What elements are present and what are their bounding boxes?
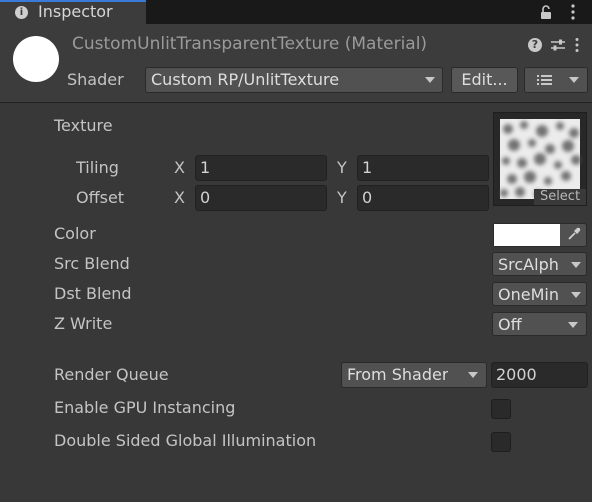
gpu-instancing-label: Enable GPU Instancing (54, 398, 236, 417)
tiling-y-label: Y (337, 158, 347, 177)
render-queue-label: Render Queue (54, 365, 169, 384)
dst-blend-value: OneMin (498, 285, 559, 304)
more-icon[interactable] (570, 3, 576, 21)
chevron-down-icon (571, 292, 581, 298)
info-icon: i (15, 6, 28, 19)
tiling-label: Tiling (76, 158, 119, 177)
render-queue-mode-value: From Shader (347, 365, 449, 384)
chevron-down-icon (571, 262, 581, 268)
more-icon[interactable] (574, 37, 580, 53)
shader-value: Custom RP/UnlitTexture (151, 70, 340, 89)
help-icon[interactable]: ? (528, 38, 542, 52)
chevron-down-icon (425, 77, 435, 83)
src-blend-dropdown[interactable]: SrcAlph (492, 252, 587, 276)
zwrite-label: Z Write (54, 314, 113, 333)
texture-label: Texture (54, 116, 113, 135)
src-blend-value: SrcAlph (498, 255, 559, 274)
render-queue-field[interactable]: 2000 (491, 362, 588, 388)
presets-icon[interactable] (550, 38, 566, 52)
offset-y-label: Y (337, 188, 347, 207)
chevron-down-icon (568, 322, 578, 328)
material-preview (13, 36, 59, 82)
dst-blend-dropdown[interactable]: OneMin (492, 282, 587, 306)
list-icon (537, 75, 552, 85)
offset-x-label: X (174, 188, 185, 207)
color-swatch[interactable] (494, 224, 560, 246)
material-title: CustomUnlitTransparentTexture (Material) (72, 34, 428, 54)
render-queue-mode-dropdown[interactable]: From Shader (341, 362, 487, 388)
shader-options-dropdown[interactable] (524, 67, 588, 93)
tiling-y-field[interactable]: 1 (357, 155, 489, 181)
offset-y-field[interactable]: 0 (357, 185, 489, 211)
src-blend-label: Src Blend (54, 254, 130, 273)
zwrite-dropdown[interactable]: Off (492, 312, 587, 336)
color-label: Color (54, 224, 96, 243)
gpu-instancing-checkbox[interactable] (491, 399, 511, 419)
offset-x-field[interactable]: 0 (195, 185, 327, 211)
chevron-down-icon (569, 77, 579, 83)
eyedropper-icon[interactable] (566, 226, 582, 242)
tab-title: Inspector (38, 2, 113, 21)
double-sided-gi-label: Double Sided Global Illumination (54, 431, 317, 450)
dst-blend-label: Dst Blend (54, 284, 132, 303)
tiling-x-field[interactable]: 1 (195, 155, 327, 181)
lock-icon[interactable] (538, 4, 554, 20)
shader-dropdown[interactable]: Custom RP/UnlitTexture (145, 67, 443, 93)
zwrite-value: Off (498, 315, 522, 334)
edit-shader-button[interactable]: Edit... (451, 67, 518, 93)
divider (0, 102, 592, 103)
texture-select-button[interactable]: Select (534, 189, 586, 205)
offset-label: Offset (76, 188, 125, 207)
double-sided-gi-checkbox[interactable] (491, 432, 511, 452)
shader-label: Shader (67, 70, 124, 89)
chevron-down-icon (468, 372, 478, 378)
tiling-x-label: X (174, 158, 185, 177)
